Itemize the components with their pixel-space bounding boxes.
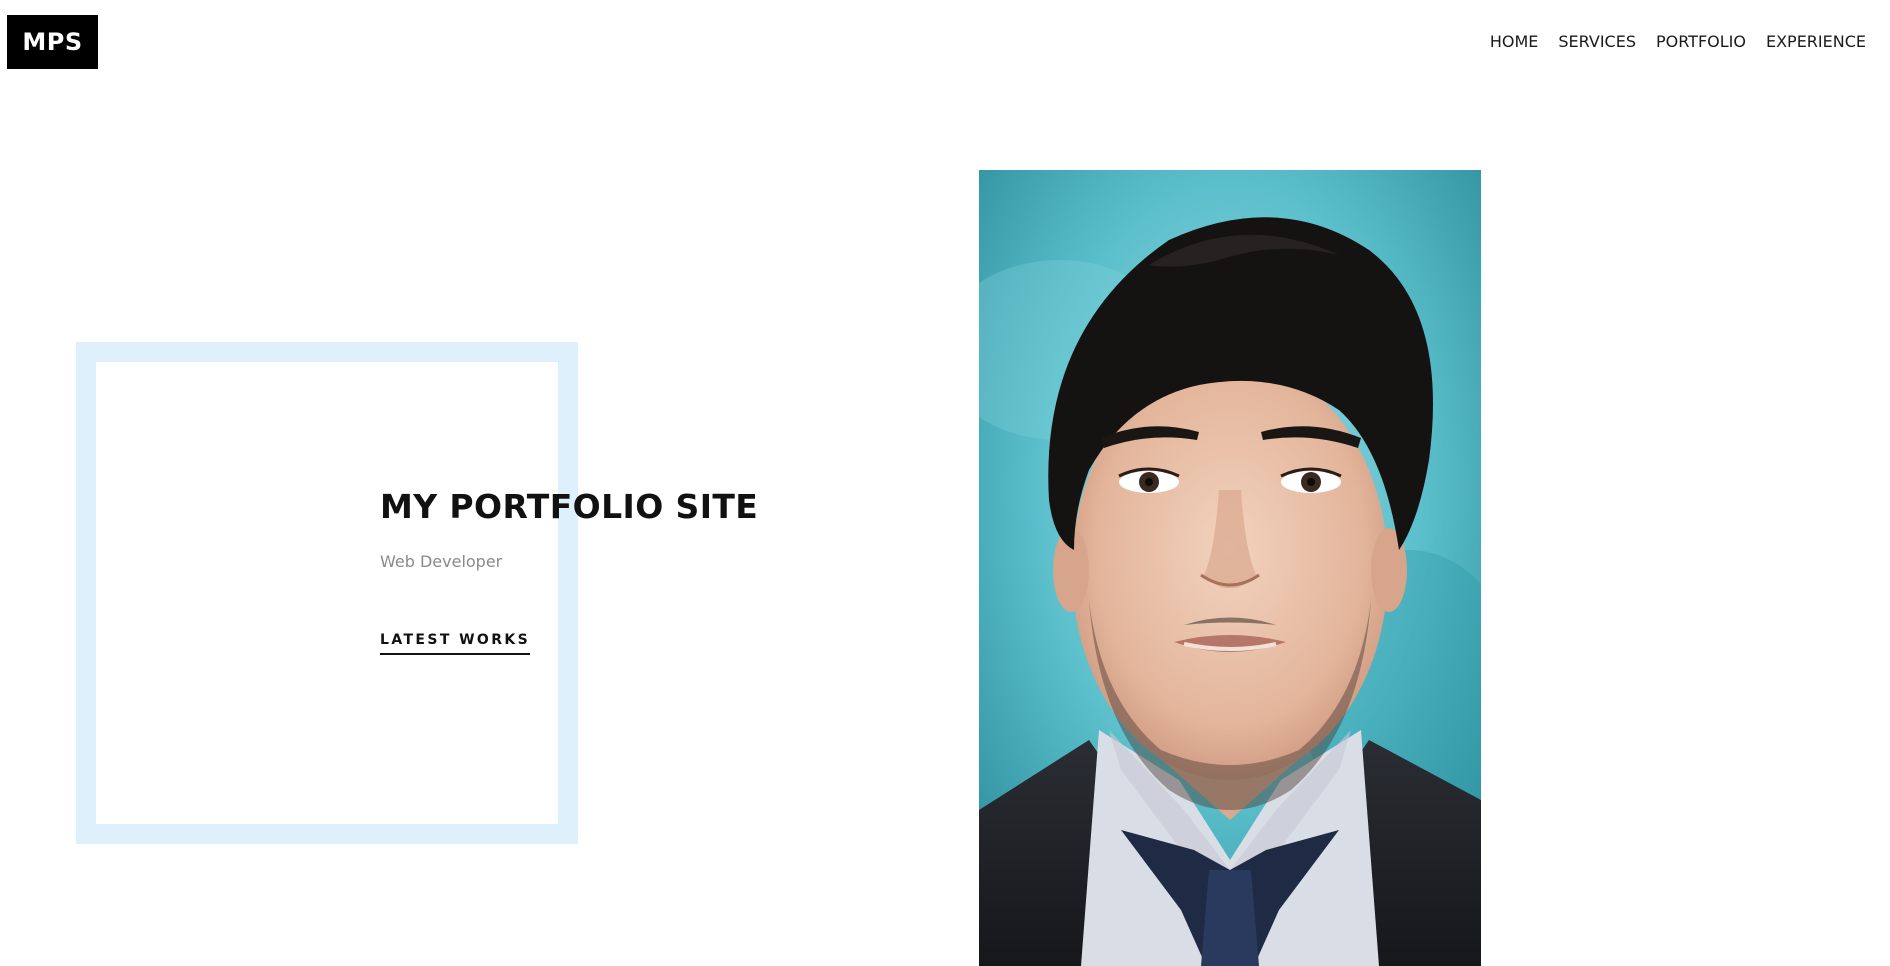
- hero-subtitle: Web Developer: [380, 552, 503, 571]
- profile-photo: [979, 170, 1481, 966]
- nav-item-home[interactable]: HOME: [1490, 30, 1539, 54]
- page: MPS HOME SERVICES PORTFOLIO EXPERIENCE M…: [0, 0, 1890, 966]
- site-logo[interactable]: MPS: [7, 15, 98, 69]
- nav-item-services[interactable]: SERVICES: [1558, 30, 1636, 54]
- latest-works-link[interactable]: LATEST WORKS: [380, 632, 531, 655]
- nav-item-portfolio[interactable]: PORTFOLIO: [1656, 30, 1746, 54]
- main-nav: HOME SERVICES PORTFOLIO EXPERIENCE: [1490, 30, 1866, 54]
- hero-text-block: MY PORTFOLIO SITE Web Developer LATEST W…: [380, 484, 758, 655]
- nav-item-experience[interactable]: EXPERIENCE: [1766, 30, 1866, 54]
- portrait-illustration: [979, 170, 1481, 966]
- hero-title: MY PORTFOLIO SITE: [380, 487, 759, 526]
